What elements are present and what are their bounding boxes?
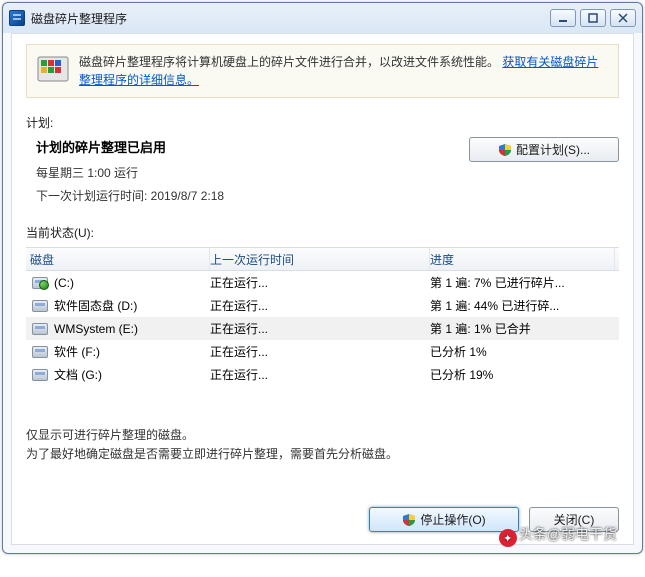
hint-line1: 仅显示可进行碎片整理的磁盘。: [26, 426, 619, 445]
cell-disk: 软件固态盘 (D:): [30, 297, 210, 314]
cell-last-run: 正在运行...: [210, 366, 430, 383]
table-row[interactable]: (C:) 正在运行...第 1 遍: 7% 已进行碎片...: [26, 271, 619, 294]
plan-label: 计划:: [26, 114, 619, 131]
bottom-bar: 停止操作(O) 关闭(C): [26, 497, 619, 532]
minimize-button[interactable]: [550, 9, 576, 27]
disk-name: 软件 (F:): [54, 343, 100, 360]
hint-line2: 为了最好地确定磁盘是否需要立即进行碎片整理，需要首先分析磁盘。: [26, 445, 619, 464]
table-row[interactable]: 文档 (G:) 正在运行...已分析 19%: [26, 363, 619, 386]
configure-schedule-button[interactable]: 配置计划(S)...: [469, 137, 619, 162]
disk-name: 软件固态盘 (D:): [54, 297, 137, 314]
window-title: 磁盘碎片整理程序: [31, 10, 550, 27]
plan-schedule: 每星期三 1:00 运行: [36, 164, 455, 181]
cell-progress: 第 1 遍: 1% 已合并: [430, 320, 615, 337]
plan-title: 计划的碎片整理已启用: [36, 137, 455, 156]
window-controls: [550, 9, 636, 27]
disk-table: 磁盘 上一次运行时间 进度 (C:)正在运行...第 1 遍: 7% 已进行碎片…: [26, 247, 619, 386]
drive-icon: [32, 300, 48, 312]
configure-schedule-label: 配置计划(S)...: [516, 141, 590, 158]
titlebar[interactable]: 磁盘碎片整理程序: [3, 3, 642, 33]
plan-area: 计划的碎片整理已启用 每星期三 1:00 运行 下一次计划运行时间: 2019/…: [26, 137, 619, 210]
cell-last-run: 正在运行...: [210, 274, 430, 291]
maximize-button[interactable]: [580, 9, 606, 27]
info-description: 磁盘碎片整理程序将计算机硬盘上的碎片文件进行合并，以改进文件系统性能。: [79, 55, 499, 69]
cell-disk: 软件 (F:): [30, 343, 210, 360]
status-label: 当前状态(U):: [26, 224, 619, 241]
table-row[interactable]: 软件 (F:) 正在运行...已分析 1%: [26, 340, 619, 363]
stop-button[interactable]: 停止操作(O): [369, 507, 519, 532]
cell-disk: 文档 (G:): [30, 366, 210, 383]
plan-next-run: 下一次计划运行时间: 2019/8/7 2:18: [36, 187, 455, 204]
shield-icon: [402, 513, 416, 527]
table-row[interactable]: WMSystem (E:) 正在运行...第 1 遍: 1% 已合并: [26, 317, 619, 340]
client-area: 磁盘碎片整理程序将计算机硬盘上的碎片文件进行合并，以改进文件系统性能。 获取有关…: [11, 33, 634, 545]
drive-icon: [32, 277, 48, 289]
cell-progress: 已分析 1%: [430, 343, 615, 360]
header-last-run[interactable]: 上一次运行时间: [210, 248, 430, 270]
close-dialog-button[interactable]: 关闭(C): [529, 507, 619, 532]
header-disk[interactable]: 磁盘: [30, 248, 210, 270]
header-progress[interactable]: 进度: [430, 248, 615, 270]
cell-disk: WMSystem (E:): [30, 322, 210, 336]
disk-name: 文档 (G:): [54, 366, 102, 383]
hint-text: 仅显示可进行碎片整理的磁盘。 为了最好地确定磁盘是否需要立即进行碎片整理，需要首…: [26, 426, 619, 464]
stop-button-label: 停止操作(O): [420, 511, 485, 528]
plan-details: 计划的碎片整理已启用 每星期三 1:00 运行 下一次计划运行时间: 2019/…: [26, 137, 455, 210]
drive-icon: [32, 346, 48, 358]
shield-icon: [498, 143, 512, 157]
close-button[interactable]: [610, 9, 636, 27]
window-frame: 磁盘碎片整理程序: [2, 2, 643, 554]
table-body: (C:)正在运行...第 1 遍: 7% 已进行碎片...软件固态盘 (D:)正…: [26, 271, 619, 386]
drive-icon: [32, 369, 48, 381]
app-icon: [9, 10, 25, 26]
disk-name: WMSystem (E:): [54, 322, 138, 336]
info-text: 磁盘碎片整理程序将计算机硬盘上的碎片文件进行合并，以改进文件系统性能。 获取有关…: [79, 53, 608, 89]
cell-progress: 第 1 遍: 7% 已进行碎片...: [430, 274, 615, 291]
disk-name: (C:): [54, 276, 74, 290]
drive-icon: [32, 323, 48, 335]
defrag-icon: [37, 53, 69, 85]
cell-last-run: 正在运行...: [210, 320, 430, 337]
cell-last-run: 正在运行...: [210, 297, 430, 314]
table-row[interactable]: 软件固态盘 (D:) 正在运行...第 1 遍: 44% 已进行碎...: [26, 294, 619, 317]
cell-last-run: 正在运行...: [210, 343, 430, 360]
cell-disk: (C:): [30, 276, 210, 290]
table-header[interactable]: 磁盘 上一次运行时间 进度: [26, 248, 619, 271]
info-banner: 磁盘碎片整理程序将计算机硬盘上的碎片文件进行合并，以改进文件系统性能。 获取有关…: [26, 44, 619, 98]
cell-progress: 第 1 遍: 44% 已进行碎...: [430, 297, 615, 314]
close-dialog-label: 关闭(C): [554, 511, 595, 528]
cell-progress: 已分析 19%: [430, 366, 615, 383]
